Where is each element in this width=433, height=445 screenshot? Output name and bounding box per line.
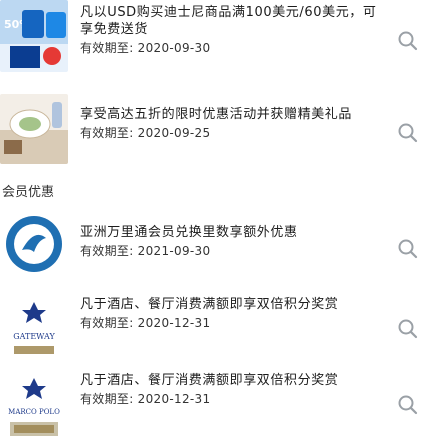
offer-item[interactable]: 亚洲万里通会员兑换里数享额外优惠 有效期至: 2021-09-30 xyxy=(0,210,433,290)
offer-title: 亚洲万里通会员兑换里数享额外优惠 xyxy=(80,225,298,240)
logo-caption: GATEWAY xyxy=(13,332,55,341)
expiry-label: 有效期至: xyxy=(80,126,134,140)
expiry-date: 2020-12-31 xyxy=(137,316,211,330)
offer-expiry: 有效期至: 2020-12-31 xyxy=(80,391,380,407)
search-icon[interactable] xyxy=(397,394,419,416)
expiry-date: 2020-09-25 xyxy=(137,126,211,140)
dining-table-image xyxy=(0,94,68,164)
offer-title: 享受高达五折的限时优惠活动并获赠精美礼品 xyxy=(80,107,353,122)
offer-expiry: 有效期至: 2020-09-25 xyxy=(80,125,380,141)
expiry-label: 有效期至: xyxy=(80,244,134,258)
offer-info: 亚洲万里通会员兑换里数享额外优惠 有效期至: 2021-09-30 xyxy=(80,224,380,259)
offer-info: 凡于酒店、餐厅消费满额即享双倍积分奖赏 有效期至: 2020-12-31 xyxy=(80,296,380,331)
section-title: 会员优惠 xyxy=(2,185,55,200)
offer-item[interactable]: MARCO POLO 凡于酒店、餐厅消费满额即享双倍积分奖赏 有效期至: 202… xyxy=(0,372,433,445)
offer-expiry: 有效期至: 2020-09-30 xyxy=(80,40,380,56)
search-icon[interactable] xyxy=(397,238,419,260)
offer-expiry: 有效期至: 2021-09-30 xyxy=(80,243,380,259)
expiry-label: 有效期至: xyxy=(80,392,134,406)
search-icon[interactable] xyxy=(397,122,419,144)
expiry-date: 2020-09-30 xyxy=(137,41,211,55)
offer-item[interactable]: 50% 凡以USD购买迪士尼商品满100美元/60美元，可享免费送货 有效期至:… xyxy=(0,0,433,92)
expiry-label: 有效期至: xyxy=(80,41,134,55)
gateway-hotel-logo: GATEWAY xyxy=(0,296,68,362)
asia-miles-logo xyxy=(0,210,68,278)
disney-sale-image: 50% xyxy=(0,0,68,72)
offer-title: 凡于酒店、餐厅消费满额即享双倍积分奖赏 xyxy=(80,297,339,312)
offer-item[interactable]: GATEWAY 凡于酒店、餐厅消费满额即享双倍积分奖赏 有效期至: 2020-1… xyxy=(0,296,433,368)
search-icon[interactable] xyxy=(397,318,419,340)
search-icon[interactable] xyxy=(397,30,419,52)
expiry-date: 2020-12-31 xyxy=(137,392,211,406)
offer-expiry: 有效期至: 2020-12-31 xyxy=(80,315,380,331)
offer-info: 凡以USD购买迪士尼商品满100美元/60美元，可享免费送货 有效期至: 202… xyxy=(80,4,380,56)
offers-list-page: 50% 凡以USD购买迪士尼商品满100美元/60美元，可享免费送货 有效期至:… xyxy=(0,0,433,445)
marco-polo-hotel-logo: MARCO POLO xyxy=(0,372,68,442)
offer-title: 凡以USD购买迪士尼商品满100美元/60美元，可享免费送货 xyxy=(80,5,377,37)
logo-caption: MARCO POLO xyxy=(8,408,60,416)
offer-info: 享受高达五折的限时优惠活动并获赠精美礼品 有效期至: 2020-09-25 xyxy=(80,106,380,141)
offer-info: 凡于酒店、餐厅消费满额即享双倍积分奖赏 有效期至: 2020-12-31 xyxy=(80,372,380,407)
expiry-label: 有效期至: xyxy=(80,316,134,330)
offer-title: 凡于酒店、餐厅消费满额即享双倍积分奖赏 xyxy=(80,373,339,388)
expiry-date: 2021-09-30 xyxy=(137,244,211,258)
offer-item[interactable]: 享受高达五折的限时优惠活动并获赠精美礼品 有效期至: 2020-09-25 xyxy=(0,92,433,178)
